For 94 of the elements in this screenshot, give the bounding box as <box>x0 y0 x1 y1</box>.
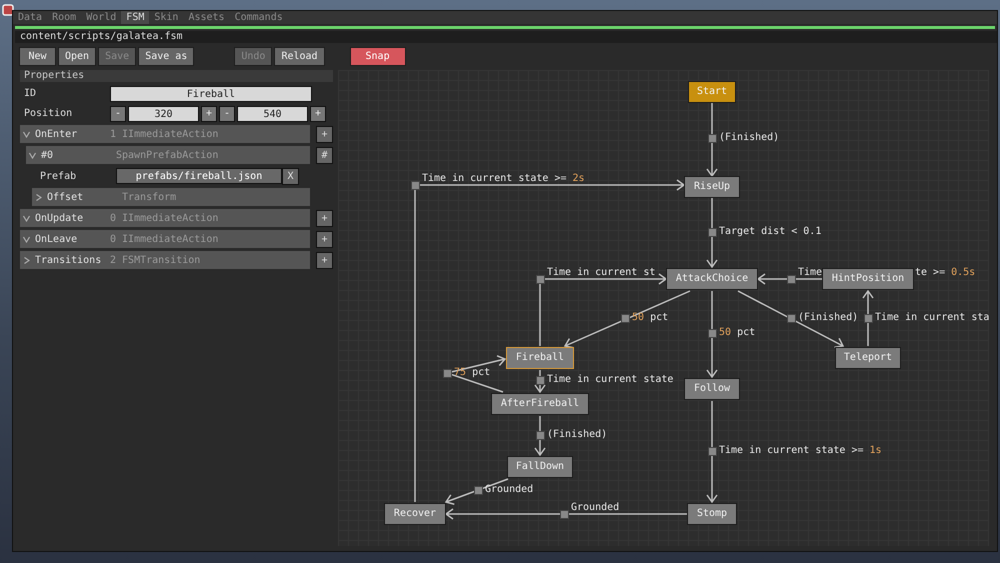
transition-handle[interactable] <box>708 446 717 456</box>
tree-item-type: 0 IImmediateAction <box>110 234 218 244</box>
transition-label: Time in current state >= 2s <box>421 173 586 185</box>
menu-tab[interactable]: Room <box>47 11 82 24</box>
transition-handle[interactable] <box>864 314 873 322</box>
toolbar-button[interactable]: Snap <box>350 47 406 66</box>
transition-handle[interactable] <box>708 134 717 142</box>
tree-item-name: Offset <box>47 192 84 202</box>
transition-handle[interactable] <box>708 328 717 338</box>
toolbar-button[interactable]: Open <box>58 47 96 66</box>
transition-label: Time in current state <box>546 374 674 386</box>
transition-handle[interactable] <box>536 430 545 440</box>
menu-tab[interactable]: World <box>81 11 122 24</box>
tree-item-type: 0 IImmediateAction <box>110 212 218 224</box>
app-logo-icon <box>2 4 14 16</box>
state-node[interactable]: Fireball <box>506 347 574 369</box>
tree-item-name: Transitions <box>35 254 102 266</box>
menu-tab[interactable]: Data <box>13 11 48 24</box>
state-node[interactable]: RiseUp <box>684 176 740 198</box>
menu-tab[interactable]: Assets <box>183 11 230 24</box>
tree-item-name: OnLeave <box>35 234 78 244</box>
transition-handle[interactable] <box>443 368 452 378</box>
menu-tab[interactable]: Commands <box>230 11 288 24</box>
transition-label: 50 pct <box>718 327 756 339</box>
number-field[interactable]: 540 <box>237 106 308 122</box>
transition-label: (Finished) <box>797 312 860 324</box>
state-node[interactable]: HintPosition <box>822 268 914 290</box>
clear-button[interactable]: X <box>282 168 299 184</box>
tree-item-type: 1 IImmediateAction <box>110 128 218 140</box>
tree-row[interactable]: Offset Transform <box>32 188 310 206</box>
number-field[interactable]: 320 <box>128 106 199 122</box>
file-path: content/scripts/galatea.fsm <box>15 31 997 43</box>
add-button[interactable]: + <box>316 230 333 248</box>
add-button[interactable]: + <box>316 252 333 268</box>
state-node[interactable]: Follow <box>684 378 740 400</box>
state-node[interactable]: Stomp <box>687 503 737 525</box>
transition-label: (Finished) <box>718 132 780 144</box>
tree-row[interactable]: #0 SpawnPrefabAction <box>26 146 310 164</box>
tree-item-type: Transform <box>122 192 176 202</box>
menu-tab[interactable]: Skin <box>149 11 184 24</box>
toolbar-button[interactable]: Reload <box>274 47 325 66</box>
transition-arrow <box>862 290 874 347</box>
panel-header: Properties <box>20 70 333 82</box>
tree-item-name: OnUpdate <box>35 212 84 224</box>
field-label: Position <box>24 108 74 119</box>
transition-handle[interactable] <box>708 228 717 236</box>
transition-label: 75 pct <box>453 367 492 379</box>
toolbar-button[interactable]: Save as <box>138 47 194 66</box>
state-node[interactable]: AttackChoice <box>666 268 758 290</box>
increment-button[interactable]: + <box>310 106 326 122</box>
state-node[interactable]: FallDown <box>507 456 573 478</box>
toolbar-button[interactable]: New <box>19 47 56 66</box>
transition-handle[interactable] <box>411 180 420 190</box>
transition-label: 50 pct <box>631 312 670 324</box>
transition-label: Time in current sta <box>874 312 990 324</box>
tree-row[interactable]: OnUpdate 0 IImmediateAction <box>20 209 310 227</box>
transition-label: Time in current state >= 1s <box>718 445 883 457</box>
state-node[interactable]: Recover <box>384 503 446 525</box>
tree-item-name: OnEnter <box>35 128 78 140</box>
menu-tab[interactable]: FSM <box>121 11 150 24</box>
add-button[interactable]: + <box>316 210 333 226</box>
transition-label: Time in current st <box>546 267 656 279</box>
add-button[interactable]: # <box>316 146 333 164</box>
transition-handle[interactable] <box>787 314 796 322</box>
tree-row[interactable]: Transitions 2 FSMTransition <box>20 251 310 269</box>
tree-item-type: SpawnPrefabAction <box>116 150 218 160</box>
tree-row[interactable]: OnEnter 1 IImmediateAction <box>20 125 310 143</box>
state-node[interactable]: Start <box>688 81 736 103</box>
add-button[interactable]: + <box>316 126 333 142</box>
transition-handle[interactable] <box>621 314 630 322</box>
decrement-button[interactable]: - <box>219 106 235 122</box>
transition-label: Target dist < 0.1 <box>718 226 822 238</box>
transition-handle[interactable] <box>787 274 796 284</box>
transition-label: te >= 0.5s <box>914 267 976 279</box>
transition-label: (Finished) <box>546 429 608 441</box>
decrement-button[interactable]: - <box>110 106 126 122</box>
field-label: ID <box>24 88 38 99</box>
state-node[interactable]: Teleport <box>835 347 901 369</box>
transition-label: Time <box>797 267 824 279</box>
increment-button[interactable]: + <box>201 106 217 122</box>
transition-arrow <box>706 197 718 268</box>
field-label: Prefab <box>39 170 78 182</box>
state-node[interactable]: AfterFireball <box>491 393 589 415</box>
prefab-field[interactable]: prefabs/fireball.json <box>116 168 282 184</box>
tree-item-name: #0 <box>41 150 54 160</box>
transition-handle[interactable] <box>474 486 483 494</box>
transition-label: Grounded <box>570 502 620 514</box>
transition-label: Grounded <box>484 484 534 496</box>
transition-handle[interactable] <box>560 510 569 518</box>
id-field[interactable]: Fireball <box>110 86 312 102</box>
tree-row[interactable]: OnLeave 0 IImmediateAction <box>20 230 310 248</box>
tree-item-type: 2 FSMTransition <box>110 254 200 266</box>
transition-handle[interactable] <box>536 274 545 284</box>
transition-handle[interactable] <box>536 376 545 384</box>
